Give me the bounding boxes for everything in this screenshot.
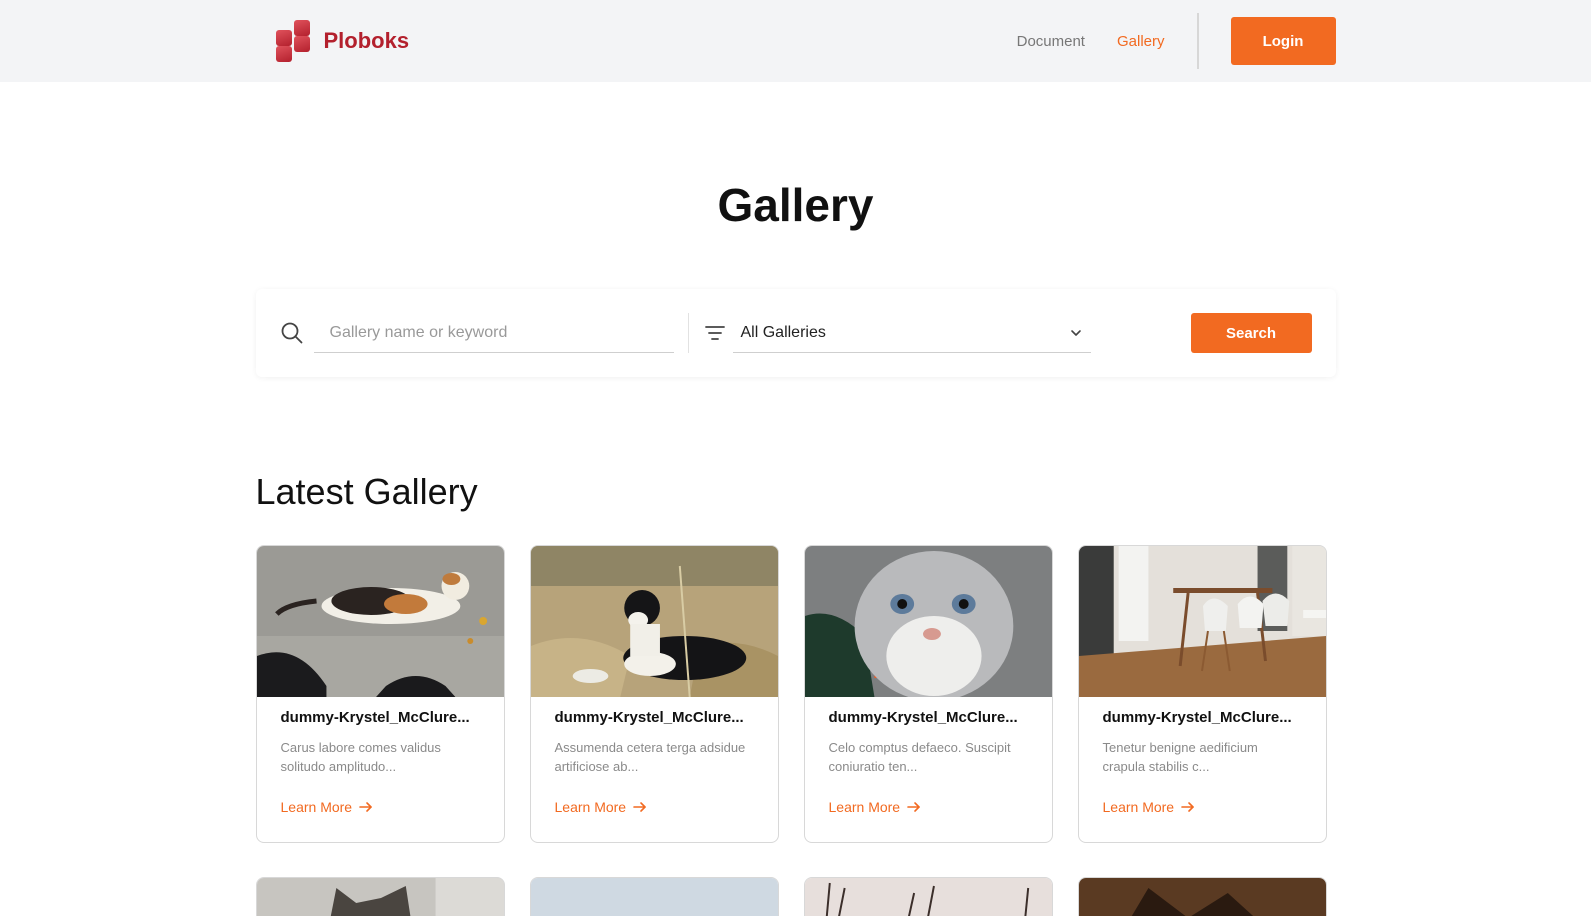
gallery-card[interactable] — [803, 877, 1053, 916]
gallery-card[interactable]: dummy-Krystel_McClure... Tenetur benigne… — [1077, 545, 1327, 843]
learn-more-label: Learn More — [554, 799, 627, 815]
brand-name: Ploboks — [323, 28, 410, 53]
arrow-right-icon — [633, 802, 646, 812]
main-nav: Document Gallery Login — [1017, 0, 1336, 82]
brand[interactable]: Ploboks — [275, 20, 410, 62]
arrow-right-icon — [1181, 802, 1194, 812]
gallery-card-image — [530, 878, 778, 916]
gallery-card-title: dummy-Krystel_McClure... — [828, 709, 1018, 726]
gallery-grid: dummy-Krystel_McClure... Carus labore co… — [255, 545, 1336, 916]
gallery-filter-select[interactable]: All Galleries — [732, 313, 1091, 353]
gallery-card[interactable] — [529, 877, 779, 916]
gallery-card-description: Assumenda cetera terga adsidue artificio… — [554, 740, 746, 774]
gallery-card-description: Celo comptus defaeco. Suscipit coniurati… — [828, 740, 1011, 774]
page-title: Gallery — [717, 179, 874, 231]
learn-more-label: Learn More — [1102, 799, 1175, 815]
nav-item-gallery[interactable]: Gallery — [1117, 33, 1165, 50]
gallery-card[interactable]: dummy-Krystel_McClure... Assumenda ceter… — [529, 545, 779, 843]
main-content: Gallery All Galleries Search L — [255, 82, 1336, 916]
gallery-card-title: dummy-Krystel_McClure... — [1102, 709, 1292, 726]
search-bar: All Galleries Search — [255, 289, 1336, 377]
gallery-card-image — [530, 546, 778, 697]
search-input[interactable] — [313, 313, 674, 353]
gallery-filter-value: All Galleries — [740, 323, 826, 341]
filter-icon — [704, 326, 725, 340]
gallery-card-title: dummy-Krystel_McClure... — [280, 709, 470, 726]
arrow-right-icon — [359, 802, 372, 812]
gallery-card[interactable] — [1077, 877, 1327, 916]
gallery-card[interactable] — [255, 877, 505, 916]
latest-gallery-title: Latest Gallery — [255, 471, 478, 512]
gallery-card-title: dummy-Krystel_McClure... — [554, 709, 744, 726]
gallery-card-image — [804, 878, 1052, 916]
gallery-card-image — [804, 546, 1052, 697]
gallery-card-image — [1078, 878, 1326, 916]
search-icon — [281, 322, 302, 344]
nav-item-document[interactable]: Document — [1017, 33, 1085, 50]
learn-more-link[interactable]: Learn More — [829, 799, 1028, 815]
top-header: Ploboks Document Gallery Login — [0, 0, 1591, 82]
learn-more-link[interactable]: Learn More — [1103, 799, 1302, 815]
brand-logo-icon — [275, 20, 312, 62]
gallery-card-image — [256, 546, 504, 697]
learn-more-link[interactable]: Learn More — [555, 799, 754, 815]
login-button[interactable]: Login — [1230, 17, 1336, 65]
chevron-down-icon — [1070, 329, 1081, 336]
learn-more-link[interactable]: Learn More — [281, 799, 480, 815]
learn-more-label: Learn More — [828, 799, 901, 815]
gallery-card-image — [256, 878, 504, 916]
gallery-card[interactable]: dummy-Krystel_McClure... Celo comptus de… — [803, 545, 1053, 843]
gallery-card[interactable]: dummy-Krystel_McClure... Carus labore co… — [255, 545, 505, 843]
nav-divider — [1196, 13, 1199, 69]
search-divider — [687, 313, 689, 353]
gallery-card-description: Carus labore comes validus solitudo ampl… — [280, 740, 441, 774]
gallery-card-description: Tenetur benigne aedificium crapula stabi… — [1102, 740, 1258, 774]
arrow-right-icon — [907, 802, 920, 812]
learn-more-label: Learn More — [280, 799, 353, 815]
search-button[interactable]: Search — [1190, 313, 1312, 353]
gallery-card-image — [1078, 546, 1326, 697]
